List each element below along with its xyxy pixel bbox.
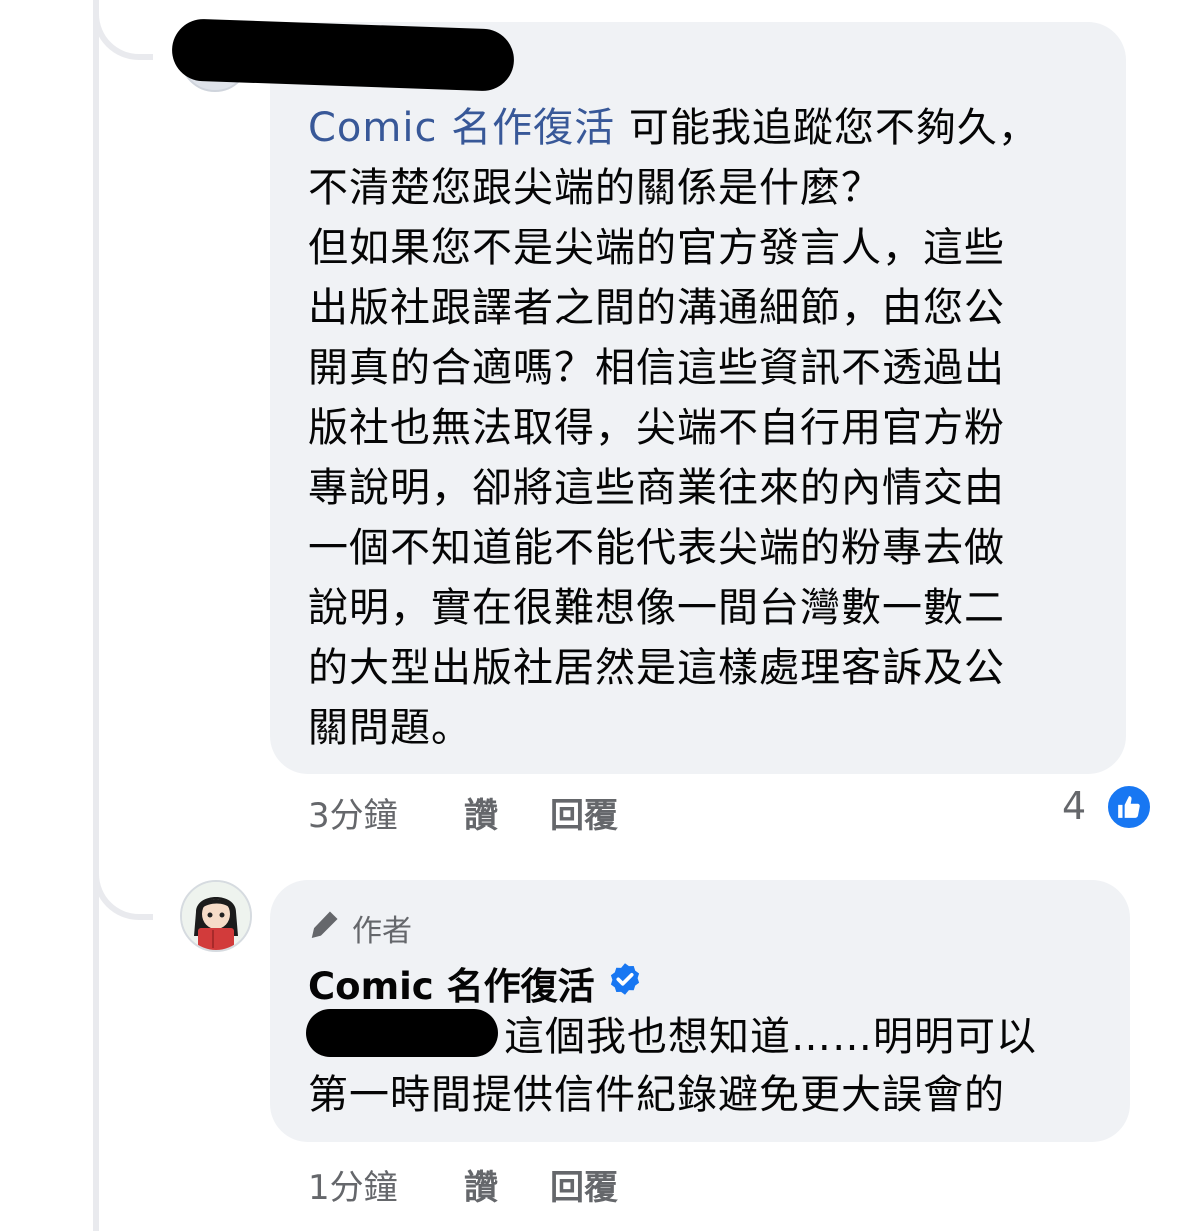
pencil-icon	[308, 907, 342, 949]
reply-button[interactable]: 回覆	[550, 1160, 618, 1209]
comment-thread: Comic 名作復活 可能我追蹤您不夠久， 不清楚您跟尖端的關係是什麼？ 但如果…	[0, 0, 1179, 1231]
author-badge: 作者	[308, 906, 412, 950]
thread-connector-line	[93, 0, 99, 1231]
timestamp[interactable]: 1分鐘	[308, 1160, 464, 1209]
thread-connector-curve	[93, 860, 153, 920]
mention-link[interactable]: Comic 名作復活	[308, 105, 615, 151]
comment-body: Comic 名作復活 可能我追蹤您不夠久， 不清楚您跟尖端的關係是什麼？ 但如果…	[308, 98, 1088, 758]
comment-text: 可能我追蹤您不夠久， 不清楚您跟尖端的關係是什麼？ 但如果您不是尖端的官方發言人…	[308, 105, 1039, 751]
comment-actions: 3分鐘 讚 回覆	[308, 788, 618, 837]
reply-button[interactable]: 回覆	[550, 788, 618, 837]
comment-actions: 1分鐘 讚 回覆	[308, 1160, 618, 1209]
author-badge-label: 作者	[352, 914, 412, 949]
verified-badge-icon	[607, 961, 643, 1006]
timestamp[interactable]: 3分鐘	[308, 788, 464, 837]
comment-text: 第一時間提供信件紀錄避免更大誤會的	[308, 1072, 1005, 1118]
avatar[interactable]	[180, 880, 252, 952]
like-button[interactable]: 讚	[464, 788, 550, 837]
reaction-count[interactable]: 4	[1062, 784, 1086, 828]
commenter-name-row: Comic 名作復活	[308, 956, 643, 1010]
thumbs-up-icon[interactable]	[1104, 782, 1154, 832]
thread-connector-curve	[93, 0, 153, 60]
redacted-commenter-name	[171, 18, 515, 92]
like-button[interactable]: 讚	[464, 1160, 550, 1209]
commenter-name[interactable]: Comic 名作復活	[308, 956, 595, 1010]
redacted-mention	[306, 1009, 498, 1057]
